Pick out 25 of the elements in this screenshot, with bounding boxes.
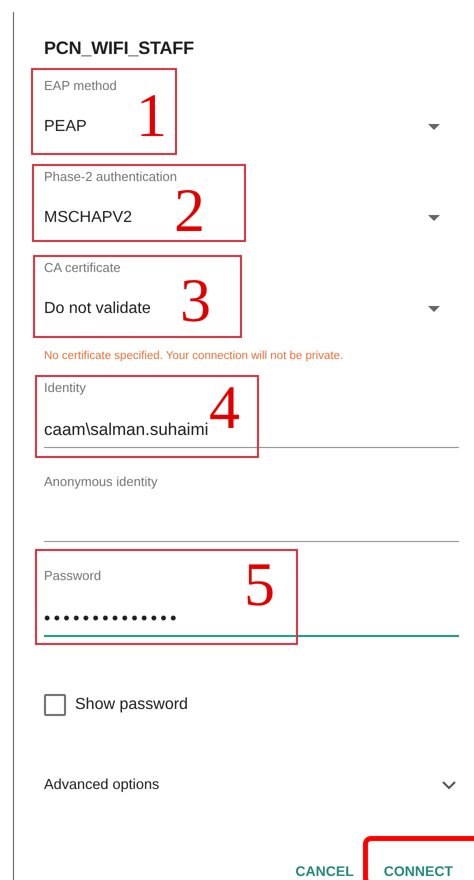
field-label: Phase-2 authentication xyxy=(44,169,177,185)
field-label: EAP method xyxy=(44,78,117,94)
annotation-number: 3 xyxy=(180,275,211,327)
warning-text: No certificate specified. Your connection will not be private. xyxy=(44,349,344,363)
advanced-options-toggle[interactable]: Advanced options xyxy=(44,775,459,795)
field-label: CA certificate xyxy=(44,260,121,276)
network-title: PCN_WIFI_STAFF xyxy=(44,38,194,58)
annotation-number: 4 xyxy=(209,382,240,434)
password-field[interactable]: •••••••••••••• xyxy=(44,608,459,637)
checkbox-label: Show password xyxy=(75,696,188,714)
field-label: Anonymous identity xyxy=(44,474,158,490)
cancel-button[interactable]: CANCEL xyxy=(295,861,354,880)
connect-button[interactable]: CONNECT xyxy=(384,861,453,880)
dropdown-value[interactable]: MSCHAPV2 xyxy=(44,208,132,228)
dropdown-arrow-icon xyxy=(428,124,440,130)
dropdown-arrow-icon xyxy=(428,215,440,221)
dropdown-value[interactable]: PEAP xyxy=(44,117,87,137)
field-label: Password xyxy=(44,568,102,584)
field-label: Identity xyxy=(44,380,86,396)
annotation-number: 1 xyxy=(136,90,167,142)
dropdown-arrow-icon xyxy=(428,306,440,312)
checkbox[interactable] xyxy=(44,694,66,716)
annotation-number: 5 xyxy=(244,559,275,611)
annotation-number: 2 xyxy=(174,185,205,237)
dropdown-value[interactable]: Do not validate xyxy=(44,299,151,319)
